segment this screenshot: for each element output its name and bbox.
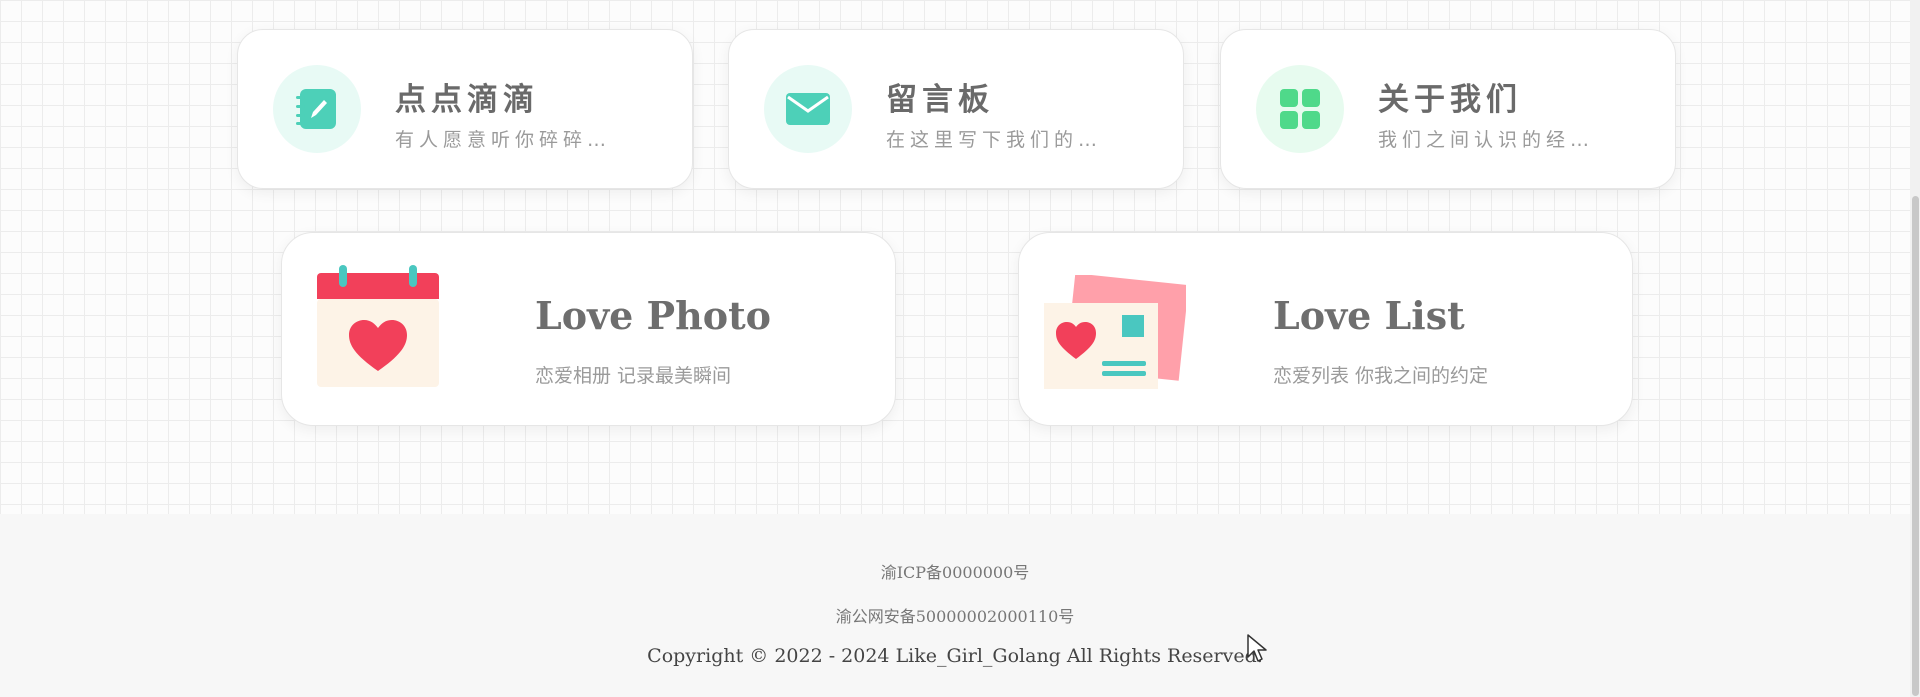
card-subtitle: 恋爱相册 记录最美瞬间	[535, 365, 732, 387]
police-record-link[interactable]: 渝公网安备50000002000110号	[0, 603, 1910, 627]
copyright-text: Copyright © 2022 - 2024 Like_Girl_Golang…	[647, 645, 1263, 667]
card-love-list[interactable]: Love List 恋爱列表 你我之间的约定	[1018, 232, 1633, 426]
scrollbar-thumb[interactable]	[1912, 196, 1919, 696]
photo-cards-heart-icon	[1044, 273, 1189, 397]
scrollbar[interactable]	[1910, 0, 1920, 697]
mouse-cursor-icon	[1246, 633, 1270, 667]
card-subtitle: 有人愿意听你碎碎…	[395, 129, 612, 151]
notebook-pen-icon	[273, 65, 361, 153]
calendar-heart-icon	[315, 265, 441, 395]
card-subtitle: 我们之间认识的经…	[1378, 129, 1595, 151]
envelope-icon	[764, 65, 852, 153]
grid-apps-icon	[1256, 65, 1344, 153]
card-title: 点点滴滴	[395, 82, 539, 118]
card-title: 关于我们	[1378, 82, 1522, 118]
card-title: 留言板	[886, 82, 994, 118]
card-about-us[interactable]: 关于我们 我们之间认识的经…	[1220, 29, 1676, 189]
card-title: Love List	[1273, 293, 1465, 338]
icp-link[interactable]: 渝ICP备0000000号	[0, 559, 1910, 583]
card-message-board[interactable]: 留言板 在这里写下我们的…	[728, 29, 1184, 189]
card-title: Love Photo	[535, 293, 771, 338]
card-diandian[interactable]: 点点滴滴 有人愿意听你碎碎…	[237, 29, 693, 189]
card-subtitle: 恋爱列表 你我之间的约定	[1273, 365, 1489, 387]
footer: 渝ICP备0000000号 渝公网安备50000002000110号 Copyr…	[0, 514, 1920, 697]
card-subtitle: 在这里写下我们的…	[886, 129, 1103, 151]
card-love-photo[interactable]: Love Photo 恋爱相册 记录最美瞬间	[281, 232, 896, 426]
